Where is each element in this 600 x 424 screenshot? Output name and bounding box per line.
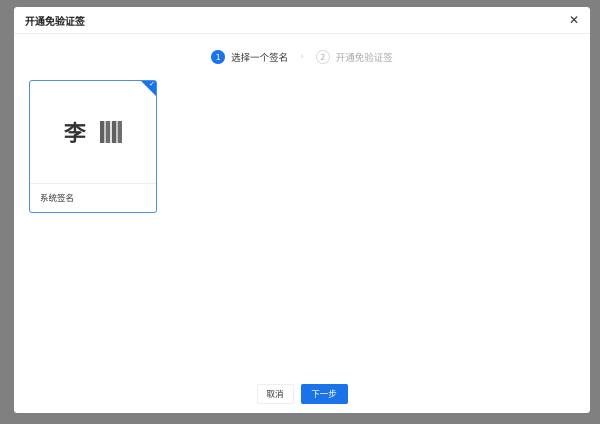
step-2-label: 开通免验证签	[335, 53, 393, 64]
close-icon[interactable]: ✕	[569, 13, 579, 27]
step-1-label: 选择一个签名	[231, 53, 289, 64]
signature-card-label: 系统签名	[40, 194, 75, 204]
signature-image: 李	[30, 81, 156, 184]
next-step-button[interactable]: 下一步	[300, 384, 348, 404]
cancel-button[interactable]: 取消	[256, 384, 294, 404]
signature-card[interactable]: ✓ 李 系统签名	[29, 80, 157, 213]
step-2-number: 2	[315, 50, 330, 64]
dialog-footer: 取消 下一步	[14, 384, 590, 404]
dialog-header: 开通免验证签 ✕	[14, 7, 590, 34]
chevron-right-icon: ›	[300, 52, 304, 62]
dialog-title: 开通免验证签	[25, 16, 85, 28]
step-2: 2 开通免验证签	[315, 50, 393, 64]
steps: 1 选择一个签名 › 2 开通免验证签	[14, 50, 590, 64]
check-icon: ✓	[149, 80, 155, 88]
step-1: 1 选择一个签名	[211, 50, 288, 64]
open-verification-free-sign-dialog: 开通免验证签 ✕ 1 选择一个签名 › 2 开通免验证签 ✓ 李 系统签名 取消…	[14, 7, 590, 413]
step-1-number: 1	[211, 50, 226, 64]
signature-mosaic	[100, 121, 122, 143]
signature-char: 李	[63, 122, 86, 147]
